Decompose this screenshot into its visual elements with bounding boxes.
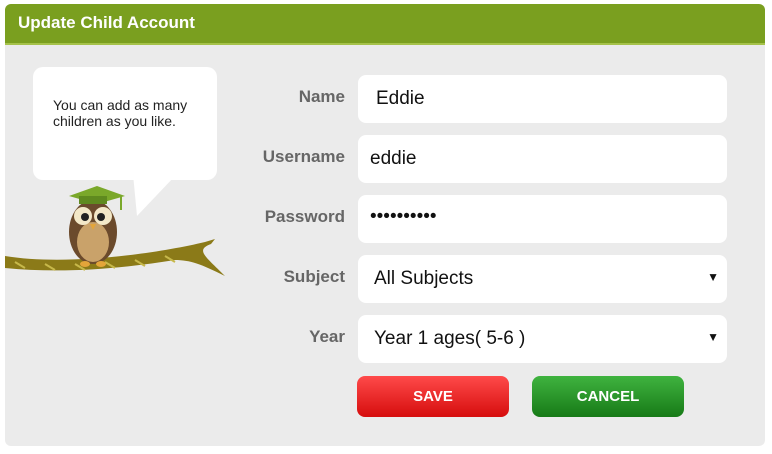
subject-select[interactable]: All Subjects ▼ <box>358 255 727 303</box>
year-value: Year 1 ages( 5-6 ) <box>374 328 526 349</box>
password-label: Password <box>264 207 345 226</box>
owl-graduate-icon <box>5 186 225 276</box>
chevron-down-icon: ▼ <box>707 330 719 344</box>
username-value: eddie <box>370 148 417 169</box>
name-label: Name <box>298 87 345 106</box>
name-value: Eddie <box>376 88 425 109</box>
chevron-down-icon: ▼ <box>707 270 719 284</box>
password-value: •••••••••• <box>370 206 437 227</box>
tip-speech-bubble: You can add as many children as you like… <box>33 67 217 180</box>
tip-text: You can add as many children as you like… <box>53 97 188 129</box>
year-label: Year <box>309 327 345 346</box>
year-select[interactable]: Year 1 ages( 5-6 ) ▼ <box>358 315 727 363</box>
cancel-button[interactable]: CANCEL <box>532 376 684 417</box>
update-child-panel: Update Child Account You can add as many… <box>5 4 765 446</box>
username-label: Username <box>262 147 345 166</box>
password-input[interactable]: •••••••••• <box>358 195 727 243</box>
subject-label: Subject <box>283 267 345 286</box>
name-input[interactable]: Eddie <box>358 75 727 123</box>
subject-value: All Subjects <box>374 268 474 289</box>
save-button[interactable]: SAVE <box>357 376 509 417</box>
username-input[interactable]: eddie <box>358 135 727 183</box>
